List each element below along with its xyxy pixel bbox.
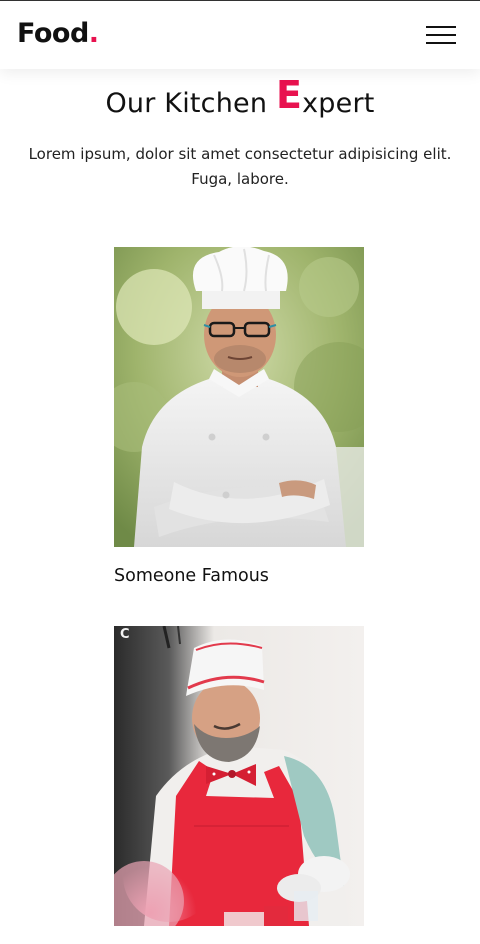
expert-card[interactable]: Someone Famous — [114, 247, 364, 587]
expert-name: Someone Famous — [114, 566, 269, 586]
svg-text:C: C — [120, 627, 130, 642]
hamburger-menu-icon[interactable] — [426, 26, 456, 46]
section-title: Our Kitchen Expert — [0, 76, 480, 132]
chef-photo-1 — [114, 247, 364, 547]
menu-bar-top — [426, 26, 456, 28]
section-title-prefix: Our Kitchen — [105, 88, 276, 119]
section-title-highlight: E — [275, 73, 303, 117]
site-header: Food. — [0, 1, 480, 69]
chef-portrait-image — [114, 247, 364, 547]
menu-bar-middle — [426, 34, 456, 36]
logo-text: Food — [17, 18, 89, 49]
chef-portrait-image: C — [114, 626, 364, 926]
logo-dot: . — [88, 18, 99, 49]
section-title-suffix: xpert — [302, 88, 375, 119]
section-description: Lorem ipsum, dolor sit amet consectetur … — [28, 145, 452, 188]
site-logo[interactable]: Food. — [17, 17, 99, 51]
chef-photo-2: C — [114, 626, 364, 926]
menu-bar-bottom — [426, 42, 456, 44]
expert-card[interactable]: C — [114, 626, 364, 926]
